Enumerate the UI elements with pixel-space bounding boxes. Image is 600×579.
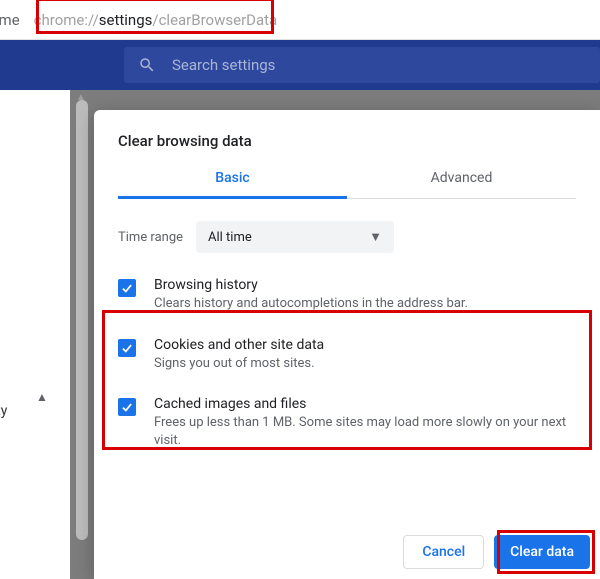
- search-settings-input[interactable]: Search settings: [124, 47, 600, 83]
- left-nav-fragment: rity: [0, 403, 7, 419]
- search-icon: [138, 56, 156, 74]
- check-desc: Signs you out of most sites.: [154, 355, 324, 373]
- cancel-button[interactable]: Cancel: [403, 535, 484, 569]
- time-range-select[interactable]: All time ▼: [196, 221, 394, 253]
- dialog-footer: Cancel Clear data: [403, 535, 590, 569]
- chevron-up-icon[interactable]: ▲: [36, 390, 48, 404]
- clear-data-button[interactable]: Clear data: [494, 535, 590, 569]
- search-placeholder: Search settings: [172, 56, 275, 74]
- url-host: settings: [99, 11, 153, 29]
- checkbox-cache[interactable]: [118, 398, 136, 416]
- settings-header: Search settings: [0, 40, 600, 90]
- tab-basic[interactable]: Basic: [118, 170, 347, 198]
- scrollbar[interactable]: [76, 100, 88, 540]
- check-item-cookies: Cookies and other site data Signs you ou…: [118, 337, 576, 373]
- caret-down-icon: ▼: [369, 229, 382, 245]
- url-path: /clearBrowserData: [152, 11, 277, 29]
- check-title: Browsing history: [154, 277, 468, 293]
- check-title: Cached images and files: [154, 396, 576, 412]
- dialog-tabs: Basic Advanced: [118, 170, 576, 199]
- omnibox-home-fragment: ome: [0, 11, 20, 29]
- left-nav-panel: rity ▲: [0, 90, 70, 579]
- checkbox-history[interactable]: [118, 279, 136, 297]
- check-desc: Frees up less than 1 MB. Some sites may …: [154, 414, 576, 449]
- omnibox-url[interactable]: chrome://settings/clearBrowserData: [20, 11, 278, 29]
- omnibox-row: ome chrome://settings/clearBrowserData: [0, 0, 600, 40]
- clear-browsing-data-dialog: Clear browsing data Basic Advanced Time …: [94, 110, 600, 579]
- check-item-cache: Cached images and files Frees up less th…: [118, 396, 576, 449]
- time-range-label: Time range: [118, 230, 196, 245]
- time-range-row: Time range All time ▼: [118, 221, 576, 253]
- check-title: Cookies and other site data: [154, 337, 324, 353]
- check-desc: Clears history and autocompletions in th…: [154, 295, 468, 313]
- check-item-history: Browsing history Clears history and auto…: [118, 277, 576, 313]
- checkbox-cookies[interactable]: [118, 339, 136, 357]
- url-scheme: chrome://: [34, 11, 99, 29]
- dialog-title: Clear browsing data: [118, 132, 576, 150]
- time-range-value: All time: [208, 230, 252, 245]
- tab-advanced[interactable]: Advanced: [347, 170, 576, 198]
